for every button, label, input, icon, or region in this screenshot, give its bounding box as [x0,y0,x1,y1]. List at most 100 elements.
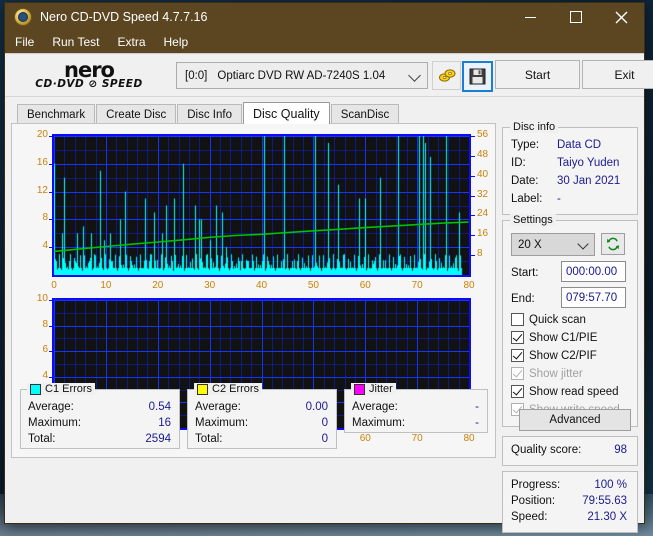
c2-color-swatch [197,383,208,395]
nero-app-icon [14,8,32,26]
disc-id-key: ID: [511,157,526,169]
checkbox-quick-scan-label: Quick scan [529,313,586,326]
quality-score-group: Quality score: 98 [502,436,638,466]
nero-logo: nero CD·DVD ⊘ SPEED [19,60,159,90]
end-time-label: End: [511,293,535,305]
c1-errors-box: C1 Errors Average: 0.54 Maximum: 16 Tota… [20,383,180,449]
c1-total-value: 2594 [145,433,171,445]
y-axis-tick-label: 20 [36,129,48,140]
speed-value: 21.30 X [587,511,627,523]
y2-axis-tick [471,235,475,237]
end-time-field[interactable]: 079:57.70 [561,287,626,308]
menu-file[interactable]: File [15,35,34,49]
floppy-save-icon [469,68,486,85]
x-axis-tick-label: 40 [255,280,268,291]
y-axis-tick-label: 6 [42,344,48,356]
jitter-maximum-key: Maximum: [352,417,406,429]
c1-maximum-key: Maximum: [28,417,82,429]
y2-axis-tick-label: 8 [477,248,483,260]
x-axis-tick-label: 50 [307,280,319,291]
checkbox-icon [511,367,524,380]
tab-scandisc[interactable]: ScanDisc [330,104,400,124]
y-axis-tick [49,376,53,378]
y-axis-tick-label: 8 [42,212,48,224]
eject-disc-button[interactable] [432,61,461,90]
x-axis-tick-label: 30 [204,280,216,291]
drive-name-label: Optiarc DVD RW AD-7240S 1.04 [217,69,386,82]
side-panel: Disc info Type: Data CD ID: Taiyo Yuden … [502,121,638,533]
chevron-down-icon [577,238,589,250]
y-axis-tick [49,136,53,137]
progress-group: Progress: 100 % Position: 79:55.63 Speed… [502,471,638,533]
c2-average-value: 0.00 [305,401,328,413]
c1-average-value: 0.54 [148,401,171,413]
c2-total-value: 0 [321,433,328,445]
menu-run-test[interactable]: Run Test [52,35,99,49]
tab-disc-info[interactable]: Disc Info [177,104,242,124]
progress-value: 100 % [594,479,627,491]
speed-key: Speed: [511,511,548,523]
c1-average-key: Average: [28,401,74,413]
y2-axis-tick [471,136,475,137]
c2-errors-title: C2 Errors [212,383,260,395]
advanced-button[interactable]: Advanced [519,409,631,431]
x-axis-tick-label: 70 [411,280,423,291]
tab-disc-quality[interactable]: Disc Quality [243,102,330,124]
exit-button[interactable]: Exit [582,60,653,89]
x-axis-tick-label: 80 [463,433,475,444]
axis-border [53,134,470,136]
c2-errors-legend: C2 Errors [194,383,263,395]
refresh-disc-button[interactable] [601,233,625,255]
y-axis-tick-label: 4 [42,240,48,252]
settings-group: Settings 20 X Start: 000:00.00 End: 079:… [502,214,638,427]
jitter-average-key: Average: [352,401,398,413]
tab-create-disc[interactable]: Create Disc [96,104,177,124]
c1-graph-plot-area [54,136,469,275]
checkbox-show-c2-pif-label: Show C2/PIF [529,349,597,362]
disc-label-value: - [557,193,561,205]
y-axis-tick [49,351,53,353]
start-time-label: Start: [511,267,539,279]
checkbox-show-c2-pif[interactable]: Show C2/PIF [511,349,597,362]
end-time-value: 079:57.70 [566,291,618,304]
close-button[interactable] [598,3,644,31]
save-results-button[interactable] [462,61,493,92]
maximize-icon [569,11,582,23]
position-value: 79:55.63 [582,495,627,507]
c2-maximum-key: Maximum: [195,417,249,429]
minimize-button[interactable] [508,3,553,31]
disc-type-key: Type: [511,139,540,151]
y-axis-tick [49,325,53,327]
quality-score-label: Quality score: [511,444,582,456]
menu-help[interactable]: Help [164,35,189,49]
y2-axis-tick [471,175,475,177]
menu-extra[interactable]: Extra [117,35,145,49]
progress-key: Progress: [511,479,561,491]
checkbox-show-read-speed[interactable]: Show read speed [511,385,619,398]
y-axis-tick [49,219,53,221]
x-axis-tick-label: 60 [359,280,371,291]
checkbox-show-c1-pie[interactable]: Show C1/PIE [511,331,597,344]
y2-axis-tick-label: 24 [477,208,489,220]
title-bar: Nero CD-DVD Speed 4.7.7.16 [5,3,644,31]
y-axis-tick [49,191,53,193]
c1-errors-title: C1 Errors [45,383,93,395]
start-time-field[interactable]: 000:00.00 [561,261,626,282]
jitter-maximum-value: - [475,417,479,429]
drive-select[interactable]: [0:0] Optiarc DVD RW AD-7240S 1.04 [176,62,428,89]
checkbox-quick-scan[interactable]: Quick scan [511,313,586,326]
c1-errors-legend: C1 Errors [27,383,96,395]
start-button[interactable]: Start [495,60,580,89]
tab-benchmark[interactable]: Benchmark [17,104,96,124]
c1-color-swatch [30,383,41,395]
maximize-button[interactable] [553,3,598,31]
y2-axis-tick [471,255,475,257]
disc-info-group: Disc info Type: Data CD ID: Taiyo Yuden … [502,121,638,215]
x-axis-tick-label: 20 [152,280,164,291]
y2-axis-tick-label: 40 [477,168,489,180]
y2-axis-tick-label: 48 [477,148,489,160]
disc-eject-icon [438,68,455,82]
speed-select[interactable]: 20 X [511,233,595,256]
start-time-value: 000:00.00 [566,265,618,278]
x-axis-tick-label: 10 [100,280,112,291]
